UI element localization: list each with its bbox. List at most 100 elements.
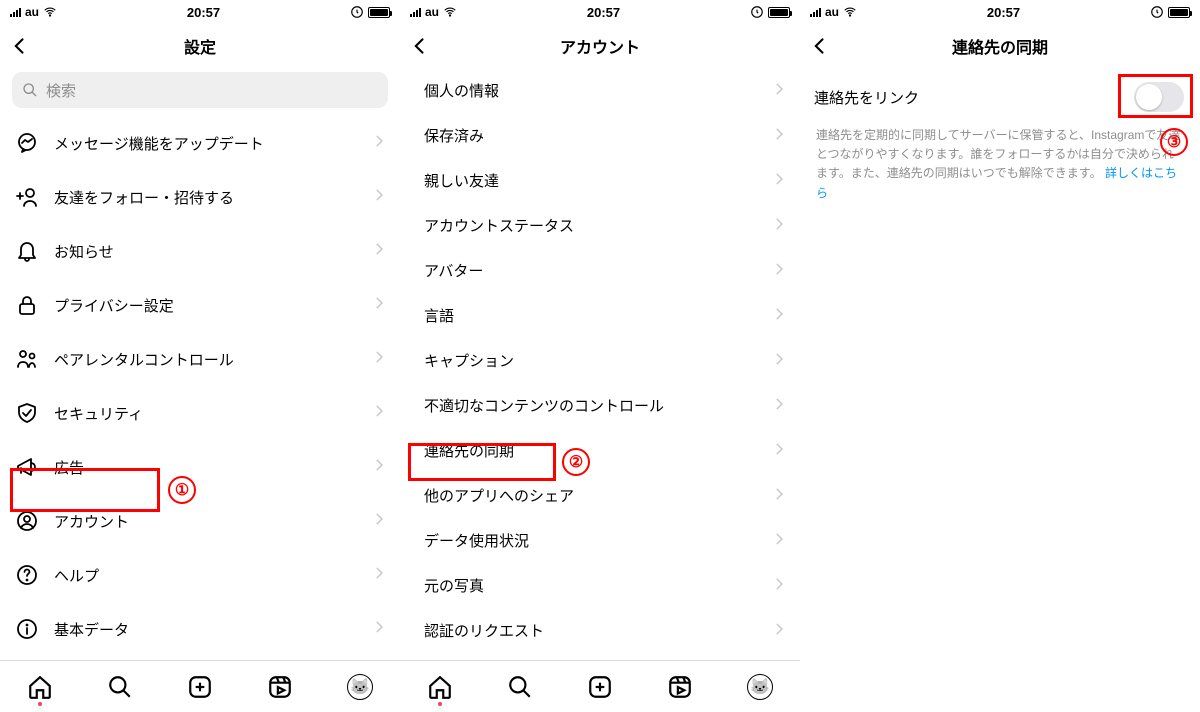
rotation-lock-icon [750,5,764,19]
chevron-right-icon [372,404,386,422]
row-label: 元の写真 [424,575,772,596]
home-icon [427,674,453,700]
tab-profile[interactable]: 🐱 [745,672,775,702]
chevron-right-icon [372,512,386,530]
home-icon [27,674,53,700]
chevron-right-icon [772,307,786,325]
annotation-box-1 [10,468,160,512]
carrier-label: au [825,5,839,19]
rotation-lock-icon [1150,5,1164,19]
back-button[interactable] [6,32,34,60]
annotation-number-2: ② [562,448,590,476]
info-icon [14,616,40,642]
parental-icon [14,346,40,372]
chevron-right-icon [372,458,386,476]
messenger-icon [14,130,40,156]
page-title: 連絡先の同期 [952,34,1048,58]
battery-icon [368,7,390,18]
carrier-label: au [25,5,39,19]
signal-icon [810,7,821,17]
shield-icon [14,400,40,426]
row-label: アカウント [54,511,372,532]
battery-icon [768,7,790,18]
account-row-11[interactable]: 元の写真 [400,563,800,608]
account-row-2[interactable]: 親しい友達 [400,158,800,203]
search-input[interactable]: 検索 [12,72,388,108]
settings-row-info[interactable]: 基本データ [0,602,400,656]
plus-square-icon [587,674,613,700]
annotation-box-2 [408,443,556,481]
settings-row-bell[interactable]: お知らせ [0,224,400,278]
row-label: お知らせ [54,241,372,262]
reels-icon [267,674,293,700]
account-row-0[interactable]: 個人の情報 [400,68,800,113]
annotation-number-1: ① [168,476,196,504]
chevron-right-icon [772,217,786,235]
account-row-7[interactable]: 不適切なコンテンツのコントロール [400,383,800,428]
account-row-1[interactable]: 保存済み [400,113,800,158]
row-label: 認証のリクエスト [424,620,772,641]
chevron-right-icon [372,620,386,638]
tab-create[interactable] [185,672,215,702]
chevron-right-icon [772,532,786,550]
notification-dot [38,702,42,706]
chevron-left-icon [810,36,830,56]
signal-icon [10,7,21,17]
page-title: アカウント [560,34,640,58]
chevron-right-icon [772,127,786,145]
nav-bar: 設定 [0,24,400,68]
row-label: 不適切なコンテンツのコントロール [424,395,772,416]
bottom-nav: 🐱 [400,660,800,712]
tab-search[interactable] [105,672,135,702]
screenshot-account: au 20:57 アカウント 個人の情報保存済み親しい友達アカウントステータスア… [400,0,800,712]
settings-row-lock[interactable]: プライバシー設定 [0,278,400,332]
chevron-right-icon [772,172,786,190]
tab-create[interactable] [585,672,615,702]
account-row-12[interactable]: 認証のリクエスト [400,608,800,653]
tab-reels[interactable] [665,672,695,702]
row-label: 基本データ [54,619,372,640]
wifi-icon [443,5,457,19]
account-row-5[interactable]: 言語 [400,293,800,338]
row-label: 友達をフォロー・招待する [54,187,372,208]
row-label: データ使用状況 [424,530,772,551]
account-row-4[interactable]: アバター [400,248,800,293]
clock: 20:57 [187,5,220,20]
settings-row-shield[interactable]: セキュリティ [0,386,400,440]
row-label: キャプション [424,350,772,371]
nav-bar: アカウント [400,24,800,68]
plus-square-icon [187,674,213,700]
rotation-lock-icon [350,5,364,19]
search-placeholder: 検索 [46,80,76,101]
chevron-left-icon [10,36,30,56]
settings-row-messenger[interactable]: メッセージ機能をアップデート [0,116,400,170]
settings-row-addfriend[interactable]: 友達をフォロー・招待する [0,170,400,224]
clock: 20:57 [587,5,620,20]
account-row-10[interactable]: データ使用状況 [400,518,800,563]
account-row-3[interactable]: アカウントステータス [400,203,800,248]
tab-home[interactable] [25,672,55,702]
account-row-6[interactable]: キャプション [400,338,800,383]
row-label: メッセージ機能をアップデート [54,133,372,154]
tab-profile[interactable]: 🐱 [345,672,375,702]
chevron-right-icon [772,577,786,595]
notification-dot [438,702,442,706]
tab-home[interactable] [425,672,455,702]
status-bar: au 20:57 [400,0,800,24]
settings-row-help[interactable]: ヘルプ [0,548,400,602]
back-button[interactable] [406,32,434,60]
chevron-right-icon [772,397,786,415]
toggle-label: 連絡先をリンク [814,87,1134,108]
row-label: 個人の情報 [424,80,772,101]
tab-reels[interactable] [265,672,295,702]
search-icon [507,674,533,700]
nav-bar: 連絡先の同期 [800,24,1200,68]
row-label: アバター [424,260,772,281]
row-label: 他のアプリへのシェア [424,485,772,506]
settings-row-parental[interactable]: ペアレンタルコントロール [0,332,400,386]
status-bar: au 20:57 [0,0,400,24]
back-button[interactable] [806,32,834,60]
tab-search[interactable] [505,672,535,702]
chevron-right-icon [772,487,786,505]
bell-icon [14,238,40,264]
